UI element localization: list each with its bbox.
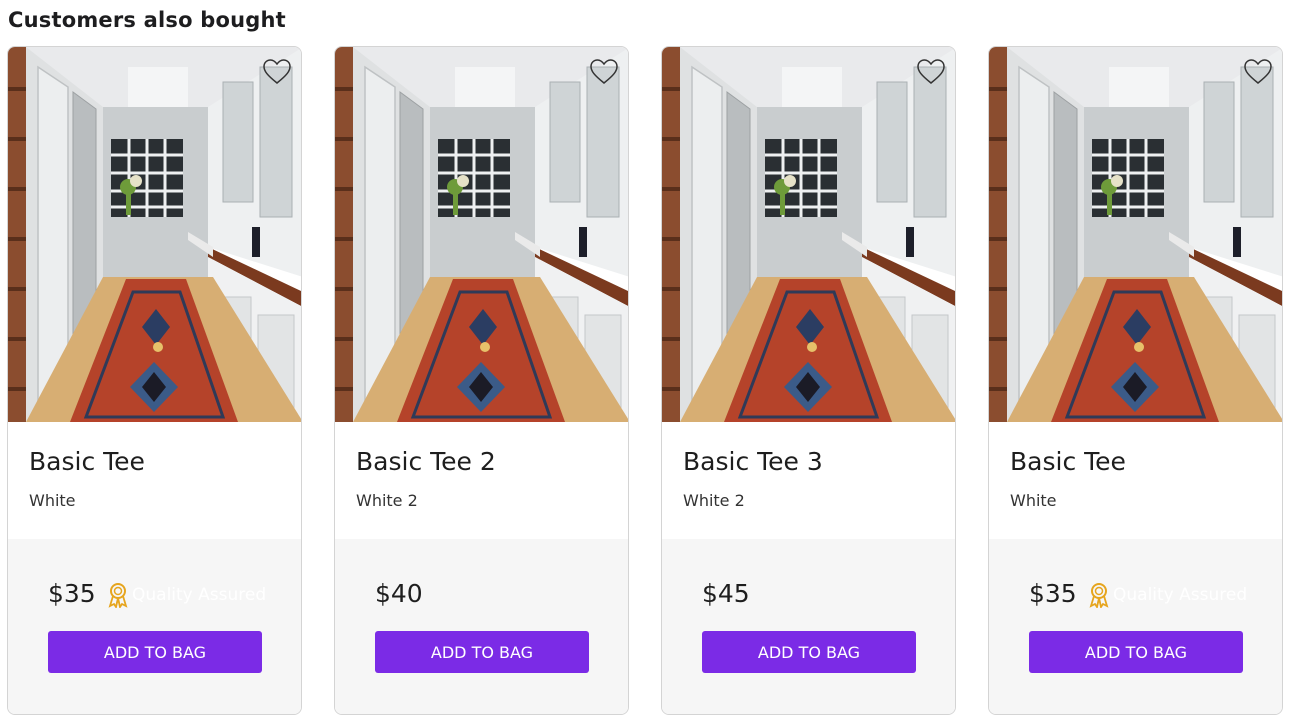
add-to-bag-button[interactable]: ADD TO BAG	[375, 631, 589, 673]
product-card[interactable]: Basic Tee White $35 Quality Assured ADD …	[7, 46, 302, 715]
section-title: Customers also bought	[8, 8, 286, 32]
product-image[interactable]	[989, 47, 1282, 422]
heart-outline-icon[interactable]	[590, 59, 618, 85]
quality-badge: Quality Assured	[106, 581, 266, 609]
product-price: $35	[48, 579, 96, 608]
product-card[interactable]: Basic Tee 3 White 2 $45 ADD TO BAG	[661, 46, 956, 715]
product-card[interactable]: Basic Tee White $35 Quality Assured ADD …	[988, 46, 1283, 715]
award-ribbon-icon	[1089, 583, 1109, 608]
product-image[interactable]	[335, 47, 628, 422]
product-image[interactable]	[662, 47, 955, 422]
product-color: White 2	[683, 491, 745, 510]
product-name[interactable]: Basic Tee	[29, 447, 145, 476]
add-to-bag-button[interactable]: ADD TO BAG	[702, 631, 916, 673]
product-color: White 2	[356, 491, 418, 510]
product-image[interactable]	[8, 47, 301, 422]
product-name[interactable]: Basic Tee 3	[683, 447, 823, 476]
product-footer: $35 Quality Assured ADD TO BAG	[989, 539, 1282, 714]
heart-outline-icon[interactable]	[263, 59, 291, 85]
heart-outline-icon[interactable]	[1244, 59, 1272, 85]
product-color: White	[29, 491, 76, 510]
product-color: White	[1010, 491, 1057, 510]
quality-badge: Quality Assured	[1087, 581, 1247, 609]
product-price: $35	[1029, 579, 1077, 608]
product-price: $40	[375, 579, 423, 608]
award-ribbon-icon	[108, 583, 128, 608]
product-name[interactable]: Basic Tee	[1010, 447, 1126, 476]
product-name[interactable]: Basic Tee 2	[356, 447, 496, 476]
quality-badge-text: Quality Assured	[1113, 585, 1248, 605]
add-to-bag-button[interactable]: ADD TO BAG	[1029, 631, 1243, 673]
product-card[interactable]: Basic Tee 2 White 2 $40 ADD TO BAG	[334, 46, 629, 715]
add-to-bag-button[interactable]: ADD TO BAG	[48, 631, 262, 673]
product-footer: $35 Quality Assured ADD TO BAG	[8, 539, 301, 714]
heart-outline-icon[interactable]	[917, 59, 945, 85]
product-footer: $45 ADD TO BAG	[662, 539, 955, 714]
quality-badge-text: Quality Assured	[132, 585, 267, 605]
product-price: $45	[702, 579, 750, 608]
product-footer: $40 ADD TO BAG	[335, 539, 628, 714]
